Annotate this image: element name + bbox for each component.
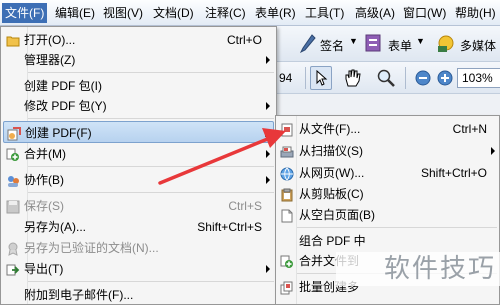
menu-comments[interactable]: 注释(C) xyxy=(202,3,249,23)
submenu-item-from-file[interactable]: 从文件(F)... Ctrl+N xyxy=(278,118,499,140)
menu-item-collaborate[interactable]: 协作(B) xyxy=(3,169,274,191)
pen-icon[interactable] xyxy=(300,34,316,54)
toolbar-divider xyxy=(305,67,306,89)
batch-create-icon xyxy=(280,280,294,295)
menu-view[interactable]: 视图(V) xyxy=(100,3,146,23)
form-icon[interactable] xyxy=(365,34,381,52)
watermark: 软件技巧 xyxy=(336,252,500,286)
menu-item-save-as[interactable]: 另存为(A)... Shift+Ctrl+S xyxy=(3,216,274,238)
submenu-arrow-icon xyxy=(265,129,269,137)
menu-item-open[interactable]: 打开(O)... Ctrl+O xyxy=(3,29,274,51)
zoom-level-field[interactable]: 103% xyxy=(457,68,500,88)
zoom-out-icon[interactable] xyxy=(415,70,431,86)
submenu-item-from-scanner[interactable]: 从扫描仪(S) xyxy=(278,140,499,162)
menu-item-create-pdf-package[interactable]: 创建 PDF 包(I) xyxy=(3,75,274,97)
menu-edit[interactable]: 编辑(E) xyxy=(52,3,98,23)
menu-item-create-pdf[interactable]: 创建 PDF(F) xyxy=(3,121,274,143)
menu-item-save[interactable]: 保存(S) Ctrl+S xyxy=(3,195,274,217)
submenu-arrow-icon xyxy=(266,56,270,64)
menu-item-attach-email[interactable]: 附加到电子邮件(F)... xyxy=(3,284,274,305)
chevron-down-icon[interactable]: ▼ xyxy=(416,36,425,46)
menu-separator xyxy=(28,166,274,167)
submenu-arrow-icon xyxy=(266,150,270,158)
page-number-field[interactable]: 94 xyxy=(279,71,292,85)
toolbar-divider xyxy=(405,67,406,89)
web-page-icon xyxy=(280,166,294,181)
menu-separator xyxy=(297,227,497,228)
menu-item-organizer[interactable]: 管理器(Z) xyxy=(3,49,274,71)
folder-open-icon xyxy=(6,33,20,47)
menu-item-modify-pdf-package[interactable]: 修改 PDF 包(Y) xyxy=(3,95,274,117)
menu-separator xyxy=(28,118,274,119)
menu-item-combine[interactable]: 合并(M) xyxy=(3,143,274,165)
chevron-down-icon[interactable]: ▼ xyxy=(349,36,358,46)
multimedia-button[interactable]: 多媒体 xyxy=(460,37,496,54)
submenu-item-combine-pdf[interactable]: 组合 PDF 中 xyxy=(278,230,499,252)
menu-item-export[interactable]: 导出(T) xyxy=(3,258,274,280)
menu-bar: 文件(F) 编辑(E) 视图(V) 文档(D) 注释(C) 表单(R) 工具(T… xyxy=(0,0,500,26)
submenu-arrow-icon xyxy=(266,265,270,273)
file-menu-dropdown: 打开(O)... Ctrl+O 管理器(Z) 创建 PDF 包(I) 修改 PD… xyxy=(0,26,277,305)
select-tool-icon[interactable] xyxy=(310,66,332,90)
blank-page-icon xyxy=(280,208,294,223)
submenu-arrow-icon xyxy=(266,102,270,110)
save-icon xyxy=(6,199,20,214)
scanner-icon xyxy=(280,144,294,158)
menu-item-save-certified[interactable]: 另存为已验证的文档(N)... xyxy=(3,237,274,259)
sign-button[interactable]: 签名 xyxy=(320,37,344,54)
hand-tool-icon[interactable] xyxy=(342,67,362,89)
submenu-arrow-icon xyxy=(266,176,270,184)
menu-separator xyxy=(28,192,274,193)
merge-icon xyxy=(280,254,294,268)
form-button[interactable]: 表单 xyxy=(388,37,412,54)
menu-window[interactable]: 窗口(W) xyxy=(400,3,449,23)
submenu-arrow-icon xyxy=(491,147,495,155)
menu-document[interactable]: 文档(D) xyxy=(150,3,197,23)
menu-file[interactable]: 文件(F) xyxy=(2,3,48,23)
submenu-item-from-clipboard[interactable]: 从剪贴板(C) xyxy=(278,183,499,205)
combine-icon xyxy=(6,147,20,161)
clipboard-icon xyxy=(280,187,294,202)
zoom-in-icon[interactable] xyxy=(437,70,453,86)
submenu-item-from-blank-page[interactable]: 从空白页面(B) xyxy=(278,204,499,226)
create-pdf-icon xyxy=(7,126,21,141)
from-file-icon xyxy=(280,122,294,137)
menu-forms[interactable]: 表单(R) xyxy=(252,3,299,23)
menu-separator xyxy=(28,281,274,282)
certified-icon xyxy=(6,241,20,256)
collaborate-icon xyxy=(6,173,20,187)
menu-separator xyxy=(28,72,274,73)
multimedia-icon[interactable] xyxy=(436,33,456,53)
menu-advanced[interactable]: 高级(A) xyxy=(352,3,398,23)
export-icon xyxy=(6,262,20,276)
menu-help[interactable]: 帮助(H) xyxy=(452,3,499,23)
zoom-tool-icon[interactable] xyxy=(375,67,397,89)
submenu-item-from-web-page[interactable]: 从网页(W)... Shift+Ctrl+O xyxy=(278,162,499,184)
menu-tools[interactable]: 工具(T) xyxy=(302,3,347,23)
